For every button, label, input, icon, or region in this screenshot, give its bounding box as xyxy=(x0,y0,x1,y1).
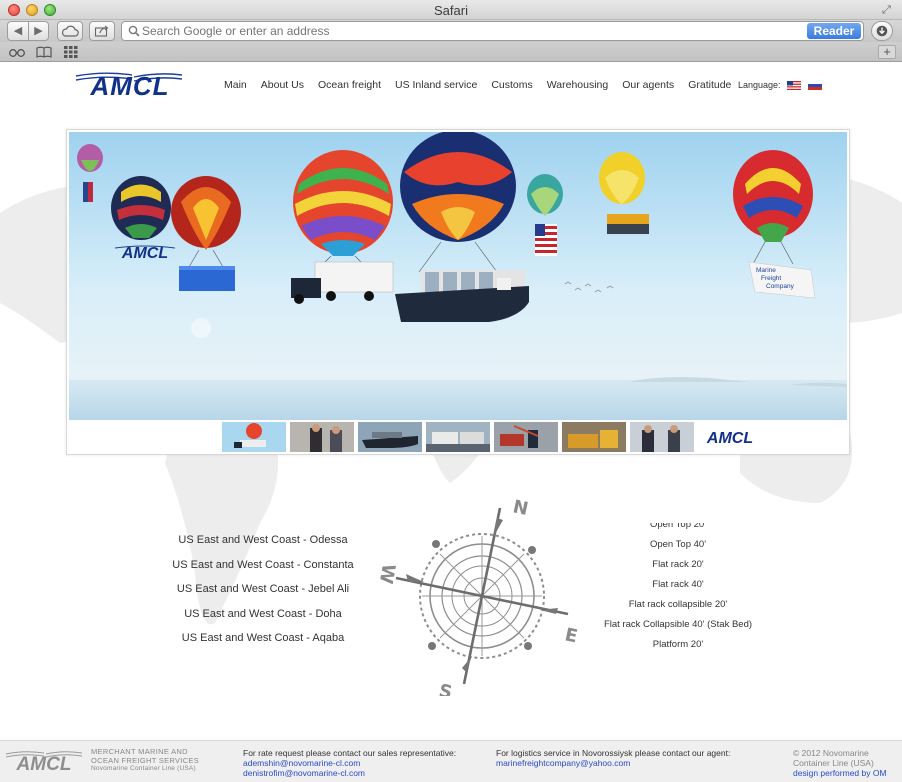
balloons-banner-image[interactable]: AMCL Marine Freight Company xyxy=(69,132,847,420)
svg-text:AMCL: AMCL xyxy=(121,245,168,262)
footer-company-name: MERCHANT MARINE AND OCEAN FREIGHT SERVIC… xyxy=(91,747,200,772)
new-tab-button[interactable]: + xyxy=(878,45,896,59)
thumbnail-amcl-logo[interactable]: AMCL xyxy=(698,422,762,452)
footer-logistics-contact: For logistics service in Novorossiysk pl… xyxy=(496,748,730,768)
route-item[interactable]: US East and West Coast - Odessa xyxy=(150,528,376,553)
address-bar[interactable]: Reader xyxy=(121,21,864,41)
amcl-logo-in-banner: AMCL xyxy=(114,245,176,262)
top-sites-icon[interactable] xyxy=(62,45,80,59)
back-button[interactable]: ◀ xyxy=(8,22,28,40)
nav-link-gratitude[interactable]: Gratitude xyxy=(688,79,731,91)
bookmarks-icon[interactable] xyxy=(35,45,53,59)
balloon-striped-1 xyxy=(111,176,171,240)
svg-text:AMCL: AMCL xyxy=(16,754,72,773)
thumbnail-ship[interactable] xyxy=(358,422,422,452)
compass-north-label: N xyxy=(511,496,530,520)
bookmarks-bar: + xyxy=(0,42,902,62)
route-item[interactable]: US East and West Coast - Jebel Ali xyxy=(150,577,376,602)
compass-west-label: W xyxy=(376,562,399,585)
browser-toolbar: ◀▶ Reader xyxy=(0,20,902,42)
container-types-ticker: Open Top 20' Open Top 40' Flat rack 20' Fla… xyxy=(588,523,768,655)
web-page: AMCL Main About Us Ocean freight US Inland … xyxy=(0,63,902,782)
design-credit-link[interactable]: design performed by OM xyxy=(793,768,887,778)
route-item[interactable]: US East and West Coast - Doha xyxy=(150,602,376,627)
language-label: Language: xyxy=(738,80,781,90)
share-button[interactable] xyxy=(89,21,115,41)
thumbnail-handshake[interactable] xyxy=(290,422,354,452)
main-navigation: Main About Us Ocean freight US Inland servi… xyxy=(224,79,745,91)
footer-copyright: © 2012 Novomarine Container Line (USA) d… xyxy=(793,748,887,778)
logistics-email-link[interactable]: marinefreightcompany@yahoo.com xyxy=(496,758,730,768)
thumbnail-port-crane[interactable] xyxy=(494,422,558,452)
container-type-item[interactable]: Flat rack Collapsible 40' (Stak Bed) xyxy=(588,615,768,635)
thumbnail-forklift[interactable] xyxy=(562,422,626,452)
search-icon xyxy=(128,25,140,37)
site-logo-text: AMCL xyxy=(89,71,169,99)
nav-link-us-inland-service[interactable]: US Inland service xyxy=(395,79,477,91)
slider-thumbnails: AMCL xyxy=(222,422,762,453)
sales-contact-text: For rate request please contact our sale… xyxy=(243,748,457,758)
us-flag-icon[interactable] xyxy=(787,81,801,90)
icloud-tabs-button[interactable] xyxy=(57,21,83,41)
nav-link-warehousing[interactable]: Warehousing xyxy=(547,79,608,91)
container-type-item[interactable]: Flat rack 40' xyxy=(588,575,768,595)
nav-link-customs[interactable]: Customs xyxy=(491,79,532,91)
compass-south-label: S xyxy=(437,680,454,696)
container-type-item[interactable]: Open Top 20' xyxy=(588,523,768,535)
container-type-item[interactable]: Open Top 40' xyxy=(588,535,768,555)
sales-email-link-1[interactable]: ademshin@novomarine-cl.com xyxy=(243,758,456,768)
window-title: Safari xyxy=(434,3,468,18)
back-forward-group: ◀ ▶ xyxy=(7,21,49,41)
reader-button[interactable]: Reader xyxy=(807,23,861,39)
container-type-item[interactable]: Platform 20' xyxy=(588,635,768,655)
footer-sales-contact: For rate request please contact our sale… xyxy=(243,748,456,778)
thumbnail-meeting[interactable] xyxy=(630,422,694,452)
svg-text:AMCL: AMCL xyxy=(706,430,753,447)
footer-logo: AMCL xyxy=(5,751,83,773)
route-item[interactable]: US East and West Coast - Aqaba xyxy=(150,626,376,651)
share-icon xyxy=(94,25,109,37)
address-input[interactable] xyxy=(142,23,802,39)
container-type-item[interactable]: Flat rack 20' xyxy=(588,555,768,575)
fullscreen-icon[interactable]: ⤢ xyxy=(882,4,894,16)
reading-list-icon[interactable] xyxy=(8,45,26,59)
nav-link-ocean-freight[interactable]: Ocean freight xyxy=(318,79,381,91)
image-slider: AMCL Marine Freight Company AMCL xyxy=(66,129,850,455)
download-icon xyxy=(876,25,888,37)
nav-link-about-us[interactable]: About Us xyxy=(261,79,304,91)
route-item[interactable]: US East and West Coast - Constanta xyxy=(150,553,376,578)
cloud-icon xyxy=(61,25,79,37)
site-header: AMCL Main About Us Ocean freight US Inland … xyxy=(0,63,902,103)
container-type-item[interactable]: Flat rack collapsible 20' xyxy=(588,595,768,615)
thumbnail-trucks[interactable] xyxy=(426,422,490,452)
sales-email-link-2[interactable]: denistrofim@novomarine-cl.com xyxy=(243,768,456,778)
shipping-routes-list: US East and West Coast - Odessa US East a… xyxy=(150,528,376,651)
nav-link-main[interactable]: Main xyxy=(224,79,247,91)
logistics-contact-text: For logistics service in Novorossiysk pl… xyxy=(496,748,731,758)
balloon-red xyxy=(171,176,241,291)
window-titlebar: Safari ⤢ xyxy=(0,0,902,20)
russian-flag-icon[interactable] xyxy=(808,81,822,90)
forward-button[interactable]: ▶ xyxy=(28,22,48,40)
site-footer: AMCL MERCHANT MARINE AND OCEAN FREIGHT S… xyxy=(0,740,902,782)
balloon-rainbow xyxy=(291,150,394,304)
site-logo[interactable]: AMCL xyxy=(74,67,184,99)
compass-rose-icon: N E S W xyxy=(376,496,579,696)
nav-link-our-agents[interactable]: Our agents xyxy=(622,79,674,91)
downloads-button[interactable] xyxy=(871,21,893,41)
compass-east-label: E xyxy=(563,624,579,647)
thumbnail-balloon[interactable] xyxy=(222,422,286,452)
